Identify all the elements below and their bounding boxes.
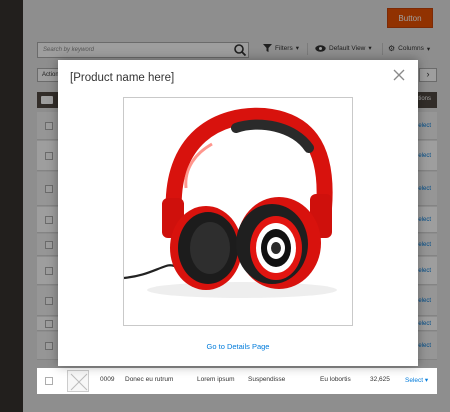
product-image — [123, 97, 353, 326]
row-select-link[interactable]: Select ▾ — [405, 376, 428, 384]
cell-name: Donec eu rutrum — [125, 376, 174, 383]
cell-col4: Suspendisse — [248, 376, 286, 383]
product-preview-modal: [Product name here] Go to Details Page — [58, 60, 418, 366]
close-icon[interactable] — [392, 68, 406, 82]
cell-col6: 32,625 — [370, 376, 390, 383]
modal-title: [Product name here] — [70, 72, 175, 84]
headphones-image — [124, 107, 337, 298]
cell-col5: Eu lobortis — [320, 376, 351, 383]
go-to-details-link[interactable]: Go to Details Page — [58, 342, 418, 351]
cell-col3: Lorem ipsum — [197, 376, 235, 383]
placeholder-image-icon — [70, 373, 88, 391]
table-row: 0009 Donec eu rutrum Lorem ipsum Suspend… — [37, 368, 437, 394]
row-checkbox[interactable] — [45, 377, 53, 385]
cell-id: 0009 — [100, 376, 115, 383]
product-thumbnail — [67, 370, 89, 392]
